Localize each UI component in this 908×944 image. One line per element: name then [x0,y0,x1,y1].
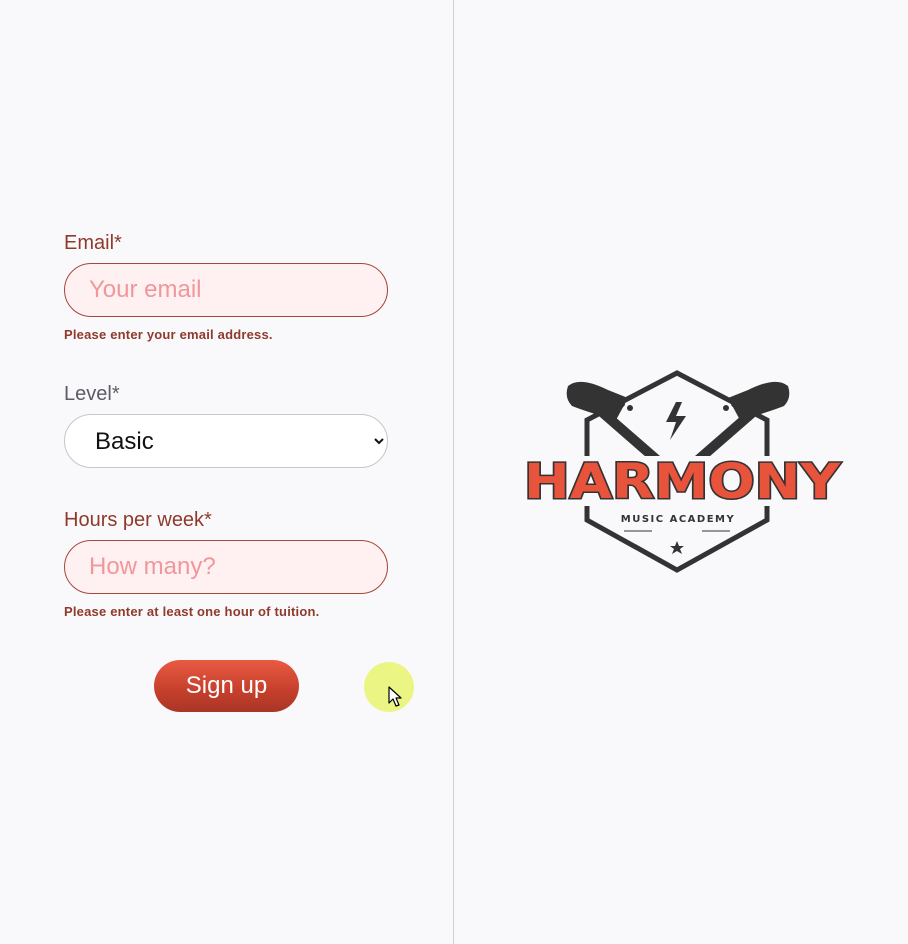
email-input[interactable] [64,263,388,317]
hours-input[interactable] [64,540,388,594]
lightning-bolt-icon [666,402,686,440]
sign-up-button[interactable]: Sign up [154,660,299,712]
star-icon [670,541,684,554]
email-error-message: Please enter your email address. [64,327,273,342]
harmony-logo: HARMONY MUSIC ACADEMY [522,370,843,573]
level-label: Level* [64,383,120,405]
email-label: Email* [64,232,122,254]
pointer-cursor-icon [388,686,402,707]
hours-label: Hours per week* [64,509,212,531]
logo-brand-text: HARMONY [524,454,841,510]
hours-error-message: Please enter at least one hour of tuitio… [64,604,320,619]
panel-divider [453,0,454,944]
logo-tagline-text: MUSIC ACADEMY [621,514,735,525]
level-select[interactable]: Basic [64,414,388,468]
